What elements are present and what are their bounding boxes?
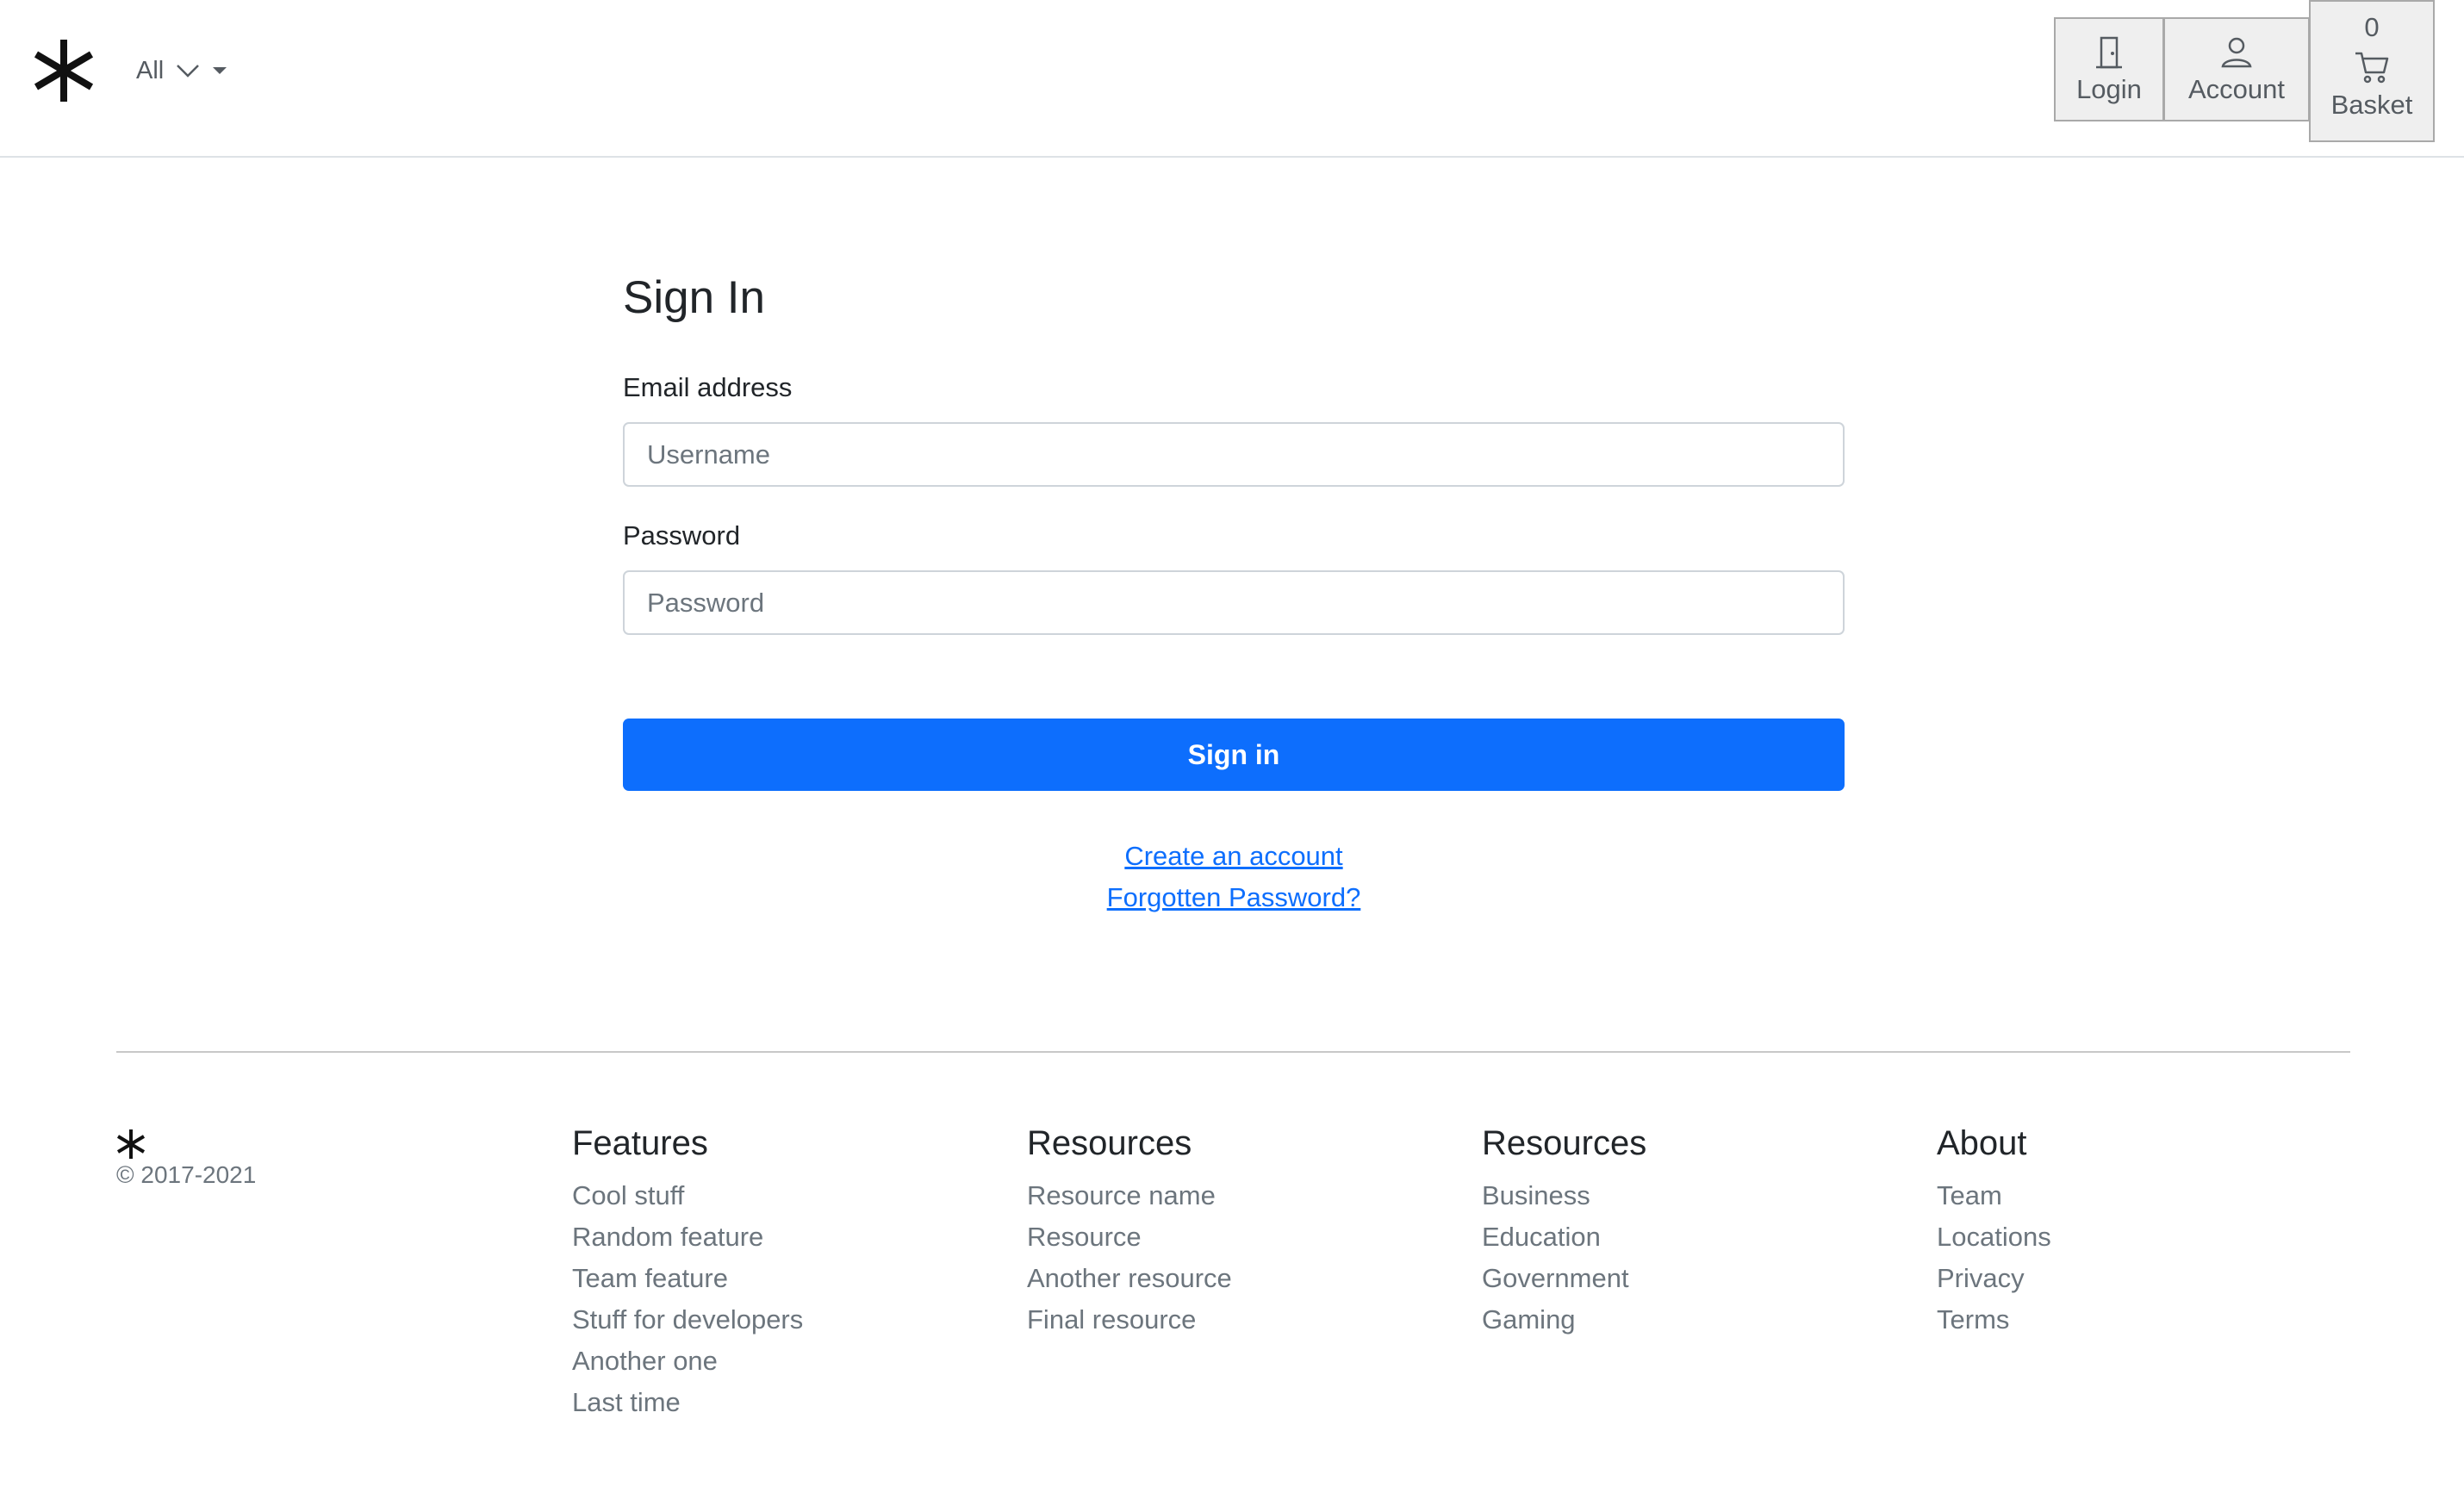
footer-link[interactable]: Team feature bbox=[572, 1263, 728, 1293]
caret-down-icon bbox=[213, 67, 227, 74]
sign-in-button[interactable]: Sign in bbox=[623, 719, 1845, 791]
footer-link[interactable]: Final resource bbox=[1027, 1304, 1196, 1335]
footer-link[interactable]: Another one bbox=[572, 1346, 718, 1376]
login-button[interactable]: Login bbox=[2054, 17, 2164, 121]
footer-brand: © 2017-2021 bbox=[116, 1129, 256, 1189]
person-icon bbox=[2221, 37, 2252, 68]
basket-label: Basket bbox=[2330, 90, 2413, 120]
site-header: All Login Account 0 Basket bbox=[0, 0, 2464, 158]
door-icon bbox=[2096, 36, 2122, 69]
create-account-link[interactable]: Create an account bbox=[623, 836, 1845, 877]
category-select[interactable]: All bbox=[136, 53, 227, 88]
signin-form: Sign In Email address Password Sign in C… bbox=[623, 267, 1845, 912]
basket-count: 0 bbox=[2364, 12, 2380, 42]
footer-link[interactable]: Team bbox=[1937, 1180, 2002, 1210]
email-field[interactable] bbox=[623, 422, 1845, 487]
account-button[interactable]: Account bbox=[2163, 17, 2310, 121]
forgot-password-link[interactable]: Forgotten Password? bbox=[623, 877, 1845, 918]
footer-column-resources: Resources Resource name Resource Another… bbox=[1027, 1122, 1232, 1341]
footer-link[interactable]: Last time bbox=[572, 1387, 681, 1417]
footer-link[interactable]: Stuff for developers bbox=[572, 1304, 803, 1335]
footer-link[interactable]: Gaming bbox=[1482, 1304, 1576, 1335]
footer-link[interactable]: Government bbox=[1482, 1263, 1629, 1293]
footer-link[interactable]: Resource name bbox=[1027, 1180, 1216, 1210]
category-selected-label: All bbox=[136, 56, 165, 84]
password-label: Password bbox=[623, 520, 741, 551]
footer-column-resources-2: Resources Business Education Government … bbox=[1482, 1122, 1646, 1341]
footer-column-title: Resources bbox=[1482, 1124, 1647, 1162]
cart-icon bbox=[2355, 52, 2389, 84]
email-label: Email address bbox=[623, 372, 793, 402]
basket-button[interactable]: 0 Basket bbox=[2309, 0, 2435, 142]
asterisk-logo-icon bbox=[116, 1129, 146, 1159]
footer-link[interactable]: Another resource bbox=[1027, 1263, 1232, 1293]
footer-column-title: About bbox=[1937, 1124, 2027, 1162]
copyright-text: © 2017-2021 bbox=[116, 1161, 257, 1188]
footer-link[interactable]: Locations bbox=[1937, 1222, 2051, 1252]
footer-link[interactable]: Privacy bbox=[1937, 1263, 2025, 1293]
password-field[interactable] bbox=[623, 570, 1845, 635]
asterisk-logo-icon[interactable] bbox=[33, 38, 95, 103]
footer-column-about: About Team Locations Privacy Terms bbox=[1937, 1122, 2051, 1341]
footer-link[interactable]: Resource bbox=[1027, 1222, 1142, 1252]
signin-links: Create an account Forgotten Password? bbox=[623, 836, 1845, 918]
account-label: Account bbox=[2187, 74, 2285, 104]
footer-link[interactable]: Random feature bbox=[572, 1222, 763, 1252]
footer-column-features: Features Cool stuff Random feature Team … bbox=[572, 1122, 803, 1423]
login-label: Login bbox=[2076, 74, 2142, 104]
page-title: Sign In bbox=[623, 272, 766, 323]
footer-divider bbox=[116, 1051, 2350, 1053]
footer-link[interactable]: Business bbox=[1482, 1180, 1590, 1210]
footer-link[interactable]: Cool stuff bbox=[572, 1180, 684, 1210]
footer-link[interactable]: Education bbox=[1482, 1222, 1601, 1252]
footer-link[interactable]: Terms bbox=[1937, 1304, 2009, 1335]
footer-column-title: Resources bbox=[1027, 1124, 1192, 1162]
footer-column-title: Features bbox=[572, 1124, 708, 1162]
chevron-down-icon bbox=[177, 65, 200, 78]
